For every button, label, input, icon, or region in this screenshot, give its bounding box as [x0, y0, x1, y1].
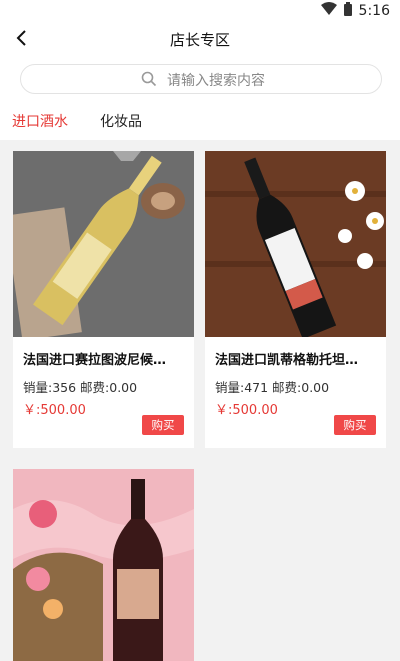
product-name: 法国进口赛拉图波尼候…: [23, 353, 167, 368]
buy-button[interactable]: 购买: [334, 415, 376, 435]
category-tabs: 进口酒水 化妆品: [0, 102, 400, 140]
tab-cosmetics[interactable]: 化妆品: [100, 111, 142, 131]
product-price: ￥:500.00: [215, 403, 278, 418]
product-name: 法国进口凯蒂格勒托坦…: [215, 353, 359, 368]
product-grid: 法国进口赛拉图波尼候… 销量:356 邮费:0.00 ￥:500.00 购买 法…: [0, 140, 400, 661]
status-bar: 5:16: [0, 0, 400, 22]
status-icons: 5:16: [320, 2, 390, 20]
search-placeholder: 请输入搜索内容: [167, 73, 265, 89]
battery-icon: [343, 2, 353, 20]
search-icon: [141, 71, 157, 87]
header: 店长专区: [0, 22, 400, 56]
product-card[interactable]: 法国进口凯蒂格勒托坦… 销量:471 邮费:0.00 ￥:500.00 购买: [205, 151, 386, 448]
tab-imported-wine[interactable]: 进口酒水: [12, 111, 68, 131]
product-price: ￥:500.00: [23, 403, 86, 418]
page-title: 店长专区: [169, 31, 230, 49]
clock-time: 5:16: [358, 3, 390, 19]
search-input[interactable]: 请输入搜索内容: [20, 64, 382, 94]
product-meta: 销量:471 邮费:0.00: [215, 380, 330, 395]
product-card[interactable]: 法国进口赛拉图波尼候… 销量:356 邮费:0.00 ￥:500.00 购买: [13, 151, 194, 448]
product-meta: 销量:356 邮费:0.00: [23, 380, 138, 395]
product-card[interactable]: [13, 469, 194, 661]
product-image[interactable]: [205, 151, 386, 339]
product-image[interactable]: [13, 469, 194, 661]
search-bar: 请输入搜索内容: [0, 56, 400, 102]
product-image[interactable]: [13, 151, 194, 341]
buy-button[interactable]: 购买: [142, 415, 184, 435]
wifi-icon: [320, 2, 337, 20]
